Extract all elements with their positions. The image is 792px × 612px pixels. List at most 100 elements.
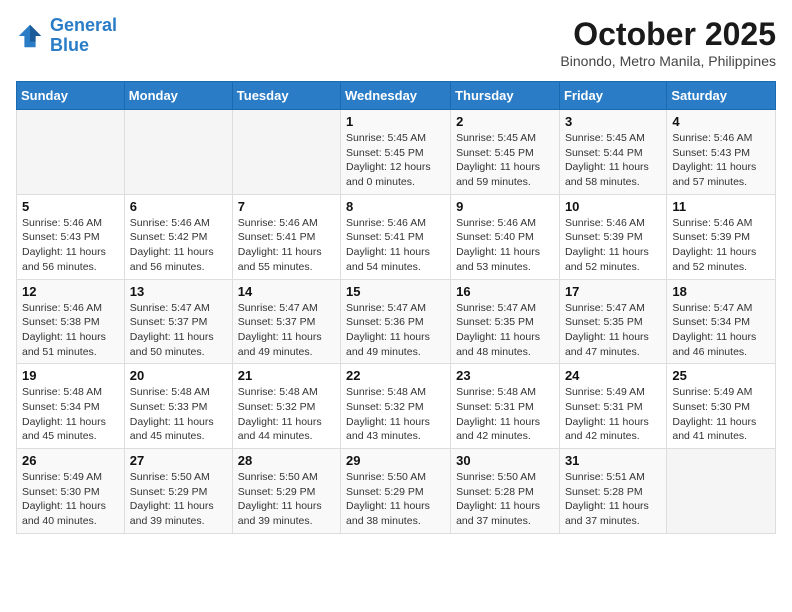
day-number: 6 <box>130 199 227 214</box>
calendar-cell: 18Sunrise: 5:47 AM Sunset: 5:34 PM Dayli… <box>667 279 776 364</box>
calendar-cell: 1 Sunrise: 5:45 AM Sunset: 5:45 PM Daylig… <box>341 110 451 195</box>
calendar-cell <box>124 110 232 195</box>
calendar-cell: 22Sunrise: 5:48 AM Sunset: 5:32 PM Dayli… <box>341 364 451 449</box>
day-number: 29 <box>346 453 445 468</box>
day-number: 27 <box>130 453 227 468</box>
calendar-cell: 24Sunrise: 5:49 AM Sunset: 5:31 PM Dayli… <box>559 364 666 449</box>
calendar-cell: 8 Sunrise: 5:46 AM Sunset: 5:41 PM Daylig… <box>341 194 451 279</box>
day-info: Sunrise: 5:46 AM Sunset: 5:39 PM Dayligh… <box>565 216 661 275</box>
day-number: 17 <box>565 284 661 299</box>
day-info: Sunrise: 5:50 AM Sunset: 5:28 PM Dayligh… <box>456 470 554 529</box>
logo-line1: General <box>50 15 117 35</box>
day-info: Sunrise: 5:46 AM Sunset: 5:43 PM Dayligh… <box>22 216 119 275</box>
day-number: 14 <box>238 284 335 299</box>
day-info: Sunrise: 5:48 AM Sunset: 5:32 PM Dayligh… <box>238 385 335 444</box>
day-info: Sunrise: 5:50 AM Sunset: 5:29 PM Dayligh… <box>238 470 335 529</box>
calendar-cell: 21 Sunrise: 5:48 AM Sunset: 5:32 PM Dayli… <box>232 364 340 449</box>
weekday-header: Saturday <box>667 82 776 110</box>
logo: General Blue <box>16 16 117 56</box>
weekday-header: Tuesday <box>232 82 340 110</box>
day-info: Sunrise: 5:46 AM Sunset: 5:40 PM Dayligh… <box>456 216 554 275</box>
calendar-cell: 26Sunrise: 5:49 AM Sunset: 5:30 PM Dayli… <box>17 449 125 534</box>
day-info: Sunrise: 5:47 AM Sunset: 5:35 PM Dayligh… <box>565 301 661 360</box>
calendar-cell <box>232 110 340 195</box>
calendar-cell: 17 Sunrise: 5:47 AM Sunset: 5:35 PM Dayli… <box>559 279 666 364</box>
weekday-header: Sunday <box>17 82 125 110</box>
day-info: Sunrise: 5:46 AM Sunset: 5:41 PM Dayligh… <box>238 216 335 275</box>
day-info: Sunrise: 5:46 AM Sunset: 5:39 PM Dayligh… <box>672 216 770 275</box>
calendar-week-row: 1 Sunrise: 5:45 AM Sunset: 5:45 PM Daylig… <box>17 110 776 195</box>
day-number: 19 <box>22 368 119 383</box>
day-number: 21 <box>238 368 335 383</box>
day-info: Sunrise: 5:47 AM Sunset: 5:37 PM Dayligh… <box>238 301 335 360</box>
day-info: Sunrise: 5:50 AM Sunset: 5:29 PM Dayligh… <box>130 470 227 529</box>
logo-text: General Blue <box>50 16 117 56</box>
day-number: 13 <box>130 284 227 299</box>
day-info: Sunrise: 5:51 AM Sunset: 5:28 PM Dayligh… <box>565 470 661 529</box>
weekday-header: Wednesday <box>341 82 451 110</box>
logo-icon <box>16 22 44 50</box>
calendar-cell: 25Sunrise: 5:49 AM Sunset: 5:30 PM Dayli… <box>667 364 776 449</box>
weekday-header: Friday <box>559 82 666 110</box>
day-number: 28 <box>238 453 335 468</box>
day-info: Sunrise: 5:47 AM Sunset: 5:35 PM Dayligh… <box>456 301 554 360</box>
calendar-cell: 2 Sunrise: 5:45 AM Sunset: 5:45 PM Daylig… <box>451 110 560 195</box>
calendar-cell: 16 Sunrise: 5:47 AM Sunset: 5:35 PM Dayli… <box>451 279 560 364</box>
calendar-table: SundayMondayTuesdayWednesdayThursdayFrid… <box>16 81 776 534</box>
day-info: Sunrise: 5:45 AM Sunset: 5:44 PM Dayligh… <box>565 131 661 190</box>
weekday-header: Thursday <box>451 82 560 110</box>
day-number: 9 <box>456 199 554 214</box>
calendar-cell: 9 Sunrise: 5:46 AM Sunset: 5:40 PM Daylig… <box>451 194 560 279</box>
calendar-week-row: 5Sunrise: 5:46 AM Sunset: 5:43 PM Daylig… <box>17 194 776 279</box>
calendar-week-row: 19Sunrise: 5:48 AM Sunset: 5:34 PM Dayli… <box>17 364 776 449</box>
day-info: Sunrise: 5:46 AM Sunset: 5:42 PM Dayligh… <box>130 216 227 275</box>
calendar-cell: 7 Sunrise: 5:46 AM Sunset: 5:41 PM Daylig… <box>232 194 340 279</box>
calendar-cell: 19Sunrise: 5:48 AM Sunset: 5:34 PM Dayli… <box>17 364 125 449</box>
day-number: 4 <box>672 114 770 129</box>
day-info: Sunrise: 5:46 AM Sunset: 5:41 PM Dayligh… <box>346 216 445 275</box>
logo-line2: Blue <box>50 35 89 55</box>
calendar-cell: 31 Sunrise: 5:51 AM Sunset: 5:28 PM Dayli… <box>559 449 666 534</box>
calendar-week-row: 26Sunrise: 5:49 AM Sunset: 5:30 PM Dayli… <box>17 449 776 534</box>
day-number: 30 <box>456 453 554 468</box>
day-number: 25 <box>672 368 770 383</box>
calendar-cell: 20 Sunrise: 5:48 AM Sunset: 5:33 PM Dayli… <box>124 364 232 449</box>
day-number: 24 <box>565 368 661 383</box>
day-info: Sunrise: 5:48 AM Sunset: 5:33 PM Dayligh… <box>130 385 227 444</box>
day-info: Sunrise: 5:45 AM Sunset: 5:45 PM Dayligh… <box>346 131 445 190</box>
day-number: 7 <box>238 199 335 214</box>
calendar-cell: 3 Sunrise: 5:45 AM Sunset: 5:44 PM Daylig… <box>559 110 666 195</box>
calendar-cell: 13 Sunrise: 5:47 AM Sunset: 5:37 PM Dayli… <box>124 279 232 364</box>
title-block: October 2025 Binondo, Metro Manila, Phil… <box>560 16 776 69</box>
day-number: 26 <box>22 453 119 468</box>
location-subtitle: Binondo, Metro Manila, Philippines <box>560 53 776 69</box>
day-number: 1 <box>346 114 445 129</box>
day-info: Sunrise: 5:47 AM Sunset: 5:37 PM Dayligh… <box>130 301 227 360</box>
day-number: 8 <box>346 199 445 214</box>
calendar-cell: 30 Sunrise: 5:50 AM Sunset: 5:28 PM Dayli… <box>451 449 560 534</box>
day-number: 16 <box>456 284 554 299</box>
day-info: Sunrise: 5:46 AM Sunset: 5:43 PM Dayligh… <box>672 131 770 190</box>
day-number: 3 <box>565 114 661 129</box>
day-info: Sunrise: 5:48 AM Sunset: 5:31 PM Dayligh… <box>456 385 554 444</box>
day-info: Sunrise: 5:50 AM Sunset: 5:29 PM Dayligh… <box>346 470 445 529</box>
page-header: General Blue October 2025 Binondo, Metro… <box>16 16 776 69</box>
calendar-cell: 14 Sunrise: 5:47 AM Sunset: 5:37 PM Dayli… <box>232 279 340 364</box>
day-number: 10 <box>565 199 661 214</box>
calendar-cell: 28 Sunrise: 5:50 AM Sunset: 5:29 PM Dayli… <box>232 449 340 534</box>
day-number: 22 <box>346 368 445 383</box>
day-info: Sunrise: 5:46 AM Sunset: 5:38 PM Dayligh… <box>22 301 119 360</box>
calendar-cell: 29 Sunrise: 5:50 AM Sunset: 5:29 PM Dayli… <box>341 449 451 534</box>
day-info: Sunrise: 5:45 AM Sunset: 5:45 PM Dayligh… <box>456 131 554 190</box>
calendar-cell <box>17 110 125 195</box>
calendar-cell: 10 Sunrise: 5:46 AM Sunset: 5:39 PM Dayli… <box>559 194 666 279</box>
day-number: 31 <box>565 453 661 468</box>
calendar-cell: 6 Sunrise: 5:46 AM Sunset: 5:42 PM Daylig… <box>124 194 232 279</box>
calendar-cell: 23Sunrise: 5:48 AM Sunset: 5:31 PM Dayli… <box>451 364 560 449</box>
calendar-cell: 5Sunrise: 5:46 AM Sunset: 5:43 PM Daylig… <box>17 194 125 279</box>
day-number: 2 <box>456 114 554 129</box>
day-number: 20 <box>130 368 227 383</box>
day-info: Sunrise: 5:47 AM Sunset: 5:36 PM Dayligh… <box>346 301 445 360</box>
calendar-cell: 12Sunrise: 5:46 AM Sunset: 5:38 PM Dayli… <box>17 279 125 364</box>
day-number: 18 <box>672 284 770 299</box>
